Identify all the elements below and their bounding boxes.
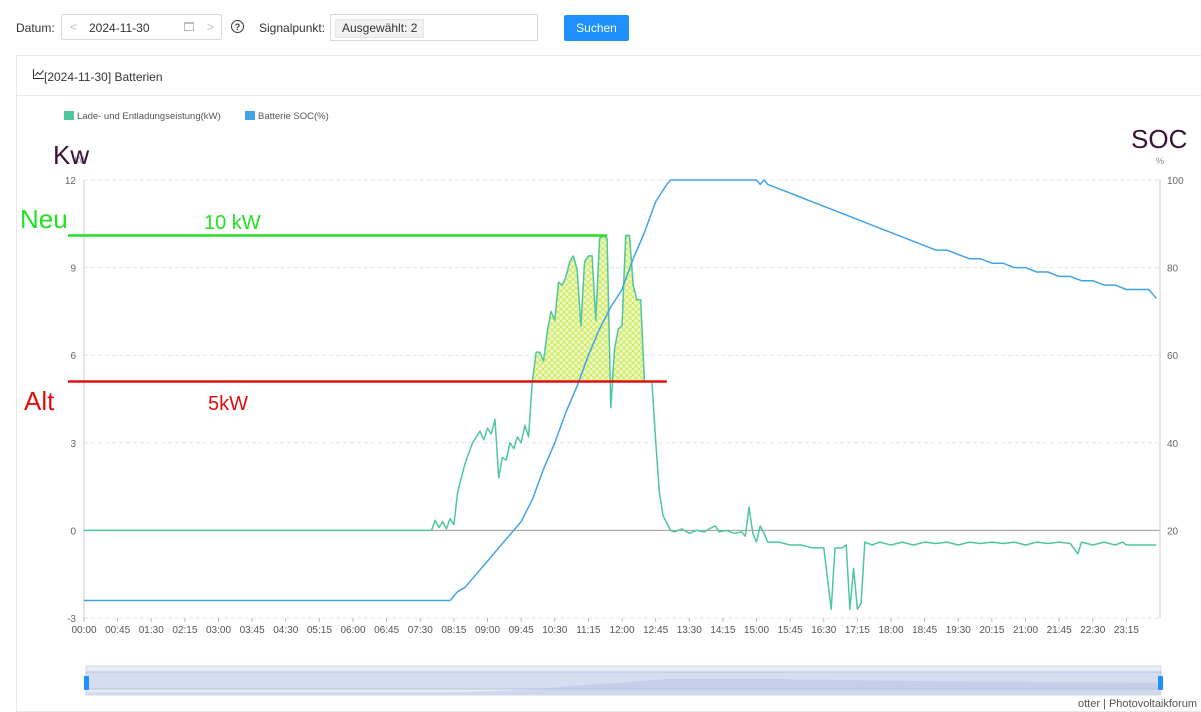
slider-handle-left bbox=[84, 676, 89, 690]
zoom-slider[interactable] bbox=[84, 665, 1163, 696]
x-tick-label: 03:00 bbox=[206, 625, 231, 636]
overlay-left-title: Kw bbox=[53, 140, 89, 170]
legend-swatch bbox=[64, 111, 74, 120]
x-tick-label: 09:45 bbox=[509, 625, 534, 636]
x-tick-label: 19:30 bbox=[946, 625, 971, 636]
x-tick-label: 00:00 bbox=[71, 625, 96, 636]
x-tick-label: 03:45 bbox=[240, 625, 265, 636]
x-tick-label: 23:15 bbox=[1114, 625, 1139, 636]
y-left-tick-label: 6 bbox=[70, 351, 76, 362]
slider-window bbox=[85, 671, 1162, 690]
legend-label: Lade- und Entladungseistung(kW) bbox=[77, 111, 221, 122]
annotation-value: 5kW bbox=[208, 393, 248, 415]
x-tick-label: 17:15 bbox=[845, 625, 870, 636]
x-tick-label: 05:15 bbox=[307, 625, 332, 636]
soc-series-line bbox=[84, 179, 1157, 602]
x-tick-label: 09:00 bbox=[475, 625, 500, 636]
x-tick-label: 21:00 bbox=[1013, 625, 1038, 636]
x-tick-label: 20:15 bbox=[979, 625, 1004, 636]
x-tick-label: 22:30 bbox=[1080, 625, 1105, 636]
x-tick-label: 06:00 bbox=[340, 625, 365, 636]
x-tick-label: 16:30 bbox=[811, 625, 836, 636]
x-tick-label: 12:45 bbox=[643, 625, 668, 636]
x-tick-label: 18:00 bbox=[878, 625, 903, 636]
x-tick-label: 08:15 bbox=[441, 625, 466, 636]
y-right-tick-label: 40 bbox=[1167, 439, 1179, 450]
x-tick-label: 02:15 bbox=[172, 625, 197, 636]
y-left-tick-label: 12 bbox=[65, 176, 77, 187]
y-right-tick-label: 60 bbox=[1167, 351, 1179, 362]
x-tick-label: 15:00 bbox=[744, 625, 769, 636]
x-tick-label: 06:45 bbox=[374, 625, 399, 636]
x-tick-label: 04:30 bbox=[273, 625, 298, 636]
x-tick-label: 12:00 bbox=[609, 625, 634, 636]
x-tick-label: 07:30 bbox=[408, 625, 433, 636]
legend-label: Batterie SOC(%) bbox=[258, 111, 329, 122]
chart: Lade- und Entladungseistung(kW) Batterie … bbox=[20, 111, 1187, 696]
y-right-tick-label: 100 bbox=[1167, 176, 1184, 187]
y-left-tick-label: 9 bbox=[70, 264, 76, 275]
x-tick-label: 13:30 bbox=[677, 625, 702, 636]
annotation-label: Alt bbox=[24, 386, 55, 416]
annotation-label: Neu bbox=[20, 204, 68, 234]
annotation-value: 10 kW bbox=[204, 212, 261, 234]
x-tick-label: 14:15 bbox=[710, 625, 735, 636]
x-tick-label: 10:30 bbox=[542, 625, 567, 636]
legend-swatch bbox=[245, 111, 255, 120]
x-tick-label: 00:45 bbox=[105, 625, 130, 636]
y-right-unit: % bbox=[1156, 156, 1164, 166]
slider-handle-right bbox=[1158, 676, 1163, 690]
x-tick-label: 18:45 bbox=[912, 625, 937, 636]
legend: Lade- und Entladungseistung(kW) Batterie … bbox=[64, 111, 329, 122]
x-tick-label: 21:45 bbox=[1047, 625, 1072, 636]
x-tick-label: 15:45 bbox=[778, 625, 803, 636]
y-left-tick-label: 3 bbox=[70, 439, 76, 450]
y-left-tick-label: -3 bbox=[67, 614, 76, 625]
y-right-tick-label: 20 bbox=[1167, 526, 1179, 537]
footer-credit: otter | Photovoltaikforum bbox=[1077, 698, 1197, 710]
x-tick-label: 11:15 bbox=[576, 625, 601, 636]
overlay-right-title: SOC bbox=[1131, 124, 1187, 154]
y-left-tick-label: 0 bbox=[70, 526, 76, 537]
x-tick-label: 01:30 bbox=[139, 625, 164, 636]
y-right-tick-label: 80 bbox=[1167, 264, 1179, 275]
